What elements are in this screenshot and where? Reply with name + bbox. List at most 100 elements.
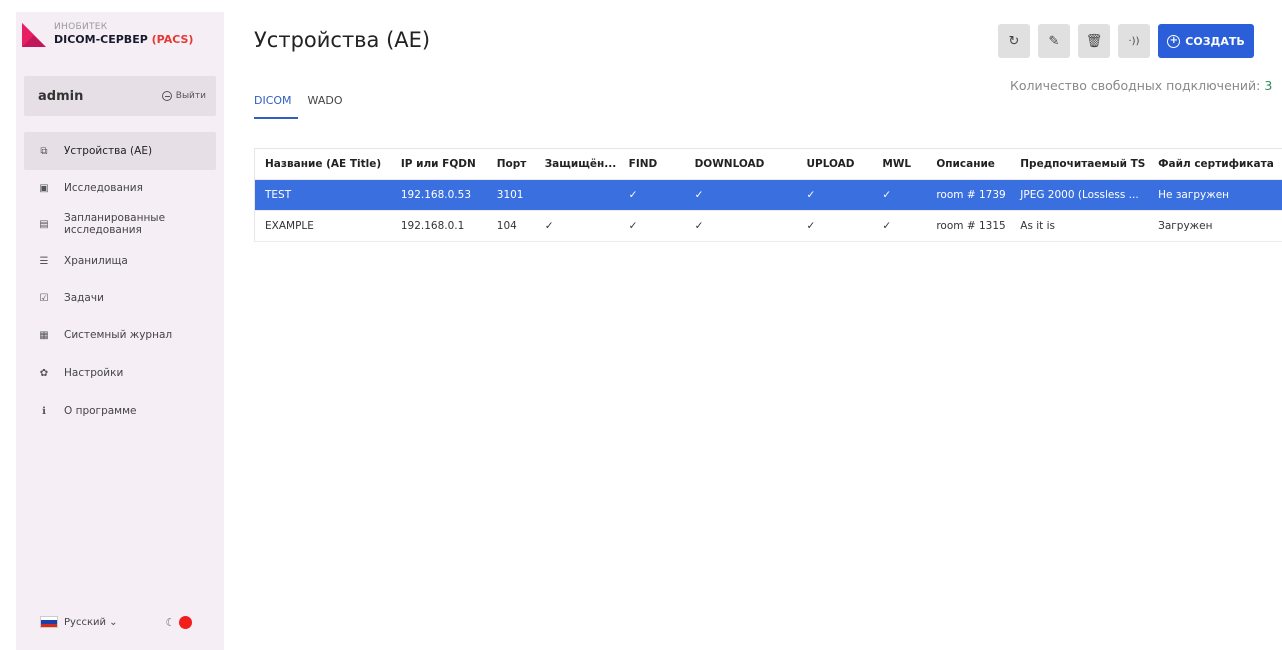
info-icon: ℹ: [42, 405, 46, 417]
logo-icon: [22, 23, 46, 47]
language-label: Русский: [64, 616, 106, 628]
toolbar: ↻ ✎ 🗑 ·)) + СОЗДАТЬ: [998, 24, 1254, 58]
delete-button[interactable]: 🗑: [1078, 24, 1110, 58]
devices-icon: ⧉: [40, 145, 48, 157]
create-label: СОЗДАТЬ: [1185, 34, 1245, 48]
app-window: ИНОБИТЕК DICOM-СЕРВЕР (PACS) admin Выйти…: [0, 0, 1282, 650]
table-cell: 3101: [496, 189, 524, 201]
user-box: admin Выйти: [24, 76, 216, 116]
tabs: DICOM WADO: [254, 94, 342, 119]
studies-icon: ▣: [39, 182, 49, 194]
table-cell: Не загружен: [1158, 189, 1230, 201]
column-header[interactable]: Файл сертификата: [1148, 158, 1282, 170]
status-indicator: [179, 615, 193, 629]
logout-label: Выйти: [175, 91, 206, 101]
trash-icon: 🗑: [1085, 33, 1103, 49]
sidebar-footer: Русский ⌄ ☾: [40, 612, 220, 632]
sidebar-item-label: Задачи: [64, 292, 104, 304]
table-cell: TEST: [265, 189, 292, 201]
plus-circle-icon: +: [1167, 34, 1181, 48]
logo-product: DICOM-СЕРВЕР (PACS): [54, 33, 193, 46]
refresh-icon: ↻: [1008, 33, 1020, 49]
sidebar-item-label: Устройства (AE): [64, 145, 153, 157]
table-cell: ✓: [694, 189, 704, 201]
sidebar-item-label: Исследования: [64, 182, 143, 194]
table-cell: As it is: [1020, 220, 1056, 232]
table-cell: 192.168.0.53: [400, 189, 471, 201]
sidebar-item-tasks[interactable]: ☑ Задачи: [24, 280, 216, 316]
sidebar-item-settings[interactable]: ✿ Настройки: [24, 354, 216, 392]
echo-button[interactable]: ·)): [1118, 24, 1150, 58]
tab-wado[interactable]: WADO: [308, 94, 343, 119]
table-cell: JPEG 2000 (Lossless ...: [1020, 189, 1139, 201]
column-header[interactable]: Название (AE Title): [255, 158, 391, 170]
logo-text: ИНОБИТЕК DICOM-СЕРВЕР (PACS): [54, 22, 193, 46]
sidebar-item-studies[interactable]: ▣ Исследования: [24, 170, 216, 206]
table-row[interactable]: EXAMPLE 192.168.0.1 104 ✓ ✓ ✓ ✓ ✓ room #…: [255, 211, 1282, 242]
sidebar-item-about[interactable]: ℹ О программе: [24, 392, 216, 430]
sidebar-item-label: О программе: [64, 405, 137, 417]
column-header[interactable]: Защищён...: [535, 158, 619, 170]
sidebar-item-devices[interactable]: ⧉ Устройства (AE): [24, 132, 216, 170]
sidebar-item-label: Запланированные исследования: [64, 212, 166, 236]
logout-button[interactable]: Выйти: [161, 91, 206, 101]
table-cell: Загружен: [1158, 220, 1213, 232]
edit-button[interactable]: ✎: [1038, 24, 1070, 58]
table-cell: 192.168.0.1: [400, 220, 465, 232]
free-connections: Количество свободных подключений: 3: [1010, 78, 1272, 93]
free-connections-value: 3: [1264, 78, 1273, 93]
column-header[interactable]: DOWNLOAD: [685, 158, 797, 170]
logout-icon: [161, 91, 172, 101]
column-header[interactable]: FIND: [619, 158, 685, 170]
column-header[interactable]: Предпочитаемый TS: [1010, 158, 1148, 170]
sidebar-item-label: Системный журнал: [64, 329, 173, 341]
sidebar-item-label: Настройки: [64, 367, 124, 379]
tasks-icon: ☑: [39, 292, 49, 304]
tab-dicom[interactable]: DICOM: [254, 94, 298, 119]
sidebar-item-label: Хранилища: [64, 255, 128, 267]
column-header[interactable]: Описание: [926, 158, 1010, 170]
top-line: [0, 0, 1282, 10]
table-cell: ✓: [882, 220, 892, 232]
free-connections-label: Количество свободных подключений:: [1010, 78, 1261, 93]
table-cell: ✓: [806, 189, 816, 201]
page-title: Устройства (AE): [254, 28, 431, 52]
theme-toggle-icon[interactable]: ☾: [166, 616, 176, 629]
table-cell: room # 1315: [936, 220, 1006, 232]
table-cell: ✓: [544, 220, 554, 232]
logo[interactable]: ИНОБИТЕК DICOM-СЕРВЕР (PACS): [20, 16, 193, 52]
sidebar-nav: ⧉ Устройства (AE) ▣ Исследования ▤ Запла…: [24, 132, 216, 430]
log-icon: ▦: [39, 329, 49, 341]
storage-icon: ☰: [39, 255, 49, 267]
sidebar-item-log[interactable]: ▦ Системный журнал: [24, 316, 216, 354]
table-cell: ✓: [628, 220, 638, 232]
refresh-button[interactable]: ↻: [998, 24, 1030, 58]
create-button[interactable]: + СОЗДАТЬ: [1158, 24, 1254, 58]
table-header: Название (AE Title) IP или FQDN Порт Защ…: [255, 149, 1282, 180]
column-header[interactable]: Порт: [487, 158, 535, 170]
username: admin: [38, 88, 84, 104]
table-cell: EXAMPLE: [265, 220, 314, 232]
language-select[interactable]: Русский ⌄: [64, 617, 118, 628]
table-row[interactable]: TEST 192.168.0.53 3101 ✓ ✓ ✓ ✓ room # 17…: [255, 180, 1282, 211]
sidebar-item-scheduled[interactable]: ▤ Запланированные исследования: [24, 206, 216, 242]
pencil-icon: ✎: [1048, 33, 1060, 49]
flag-icon: [40, 616, 58, 628]
gear-icon: ✿: [39, 367, 49, 379]
table-cell: ✓: [882, 189, 892, 201]
table-cell: ✓: [628, 189, 638, 201]
scheduled-icon: ▤: [39, 218, 49, 230]
table-cell: room # 1739: [936, 189, 1006, 201]
logo-company: ИНОБИТЕК: [54, 22, 108, 32]
devices-table: Название (AE Title) IP или FQDN Порт Защ…: [254, 148, 1282, 242]
logo-product-name: DICOM-СЕРВЕР: [54, 33, 148, 46]
table-cell: ✓: [806, 220, 816, 232]
column-header[interactable]: IP или FQDN: [391, 158, 487, 170]
table-cell: ✓: [694, 220, 704, 232]
table-cell: 104: [496, 220, 517, 232]
logo-product-suffix: (PACS): [151, 33, 194, 46]
column-header[interactable]: MWL: [872, 158, 926, 170]
signal-icon: ·)): [1128, 35, 1140, 47]
sidebar-item-storage[interactable]: ☰ Хранилища: [24, 242, 216, 280]
column-header[interactable]: UPLOAD: [796, 158, 872, 170]
